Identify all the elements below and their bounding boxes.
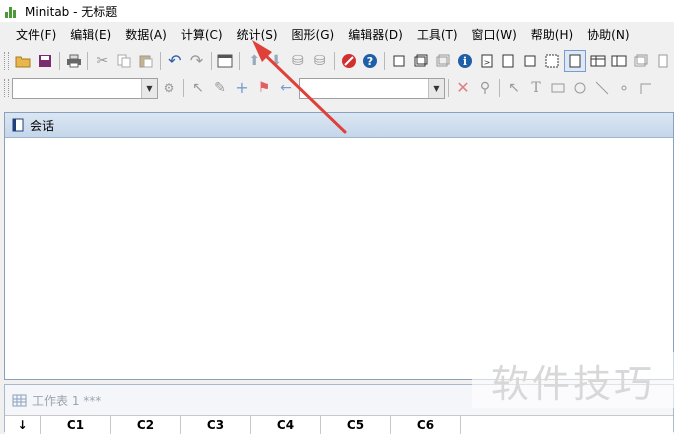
- back-arrow-icon[interactable]: ←: [276, 78, 296, 98]
- font-combo[interactable]: ▼: [12, 77, 158, 99]
- redo-icon[interactable]: ↷: [187, 51, 207, 71]
- session-window-icon[interactable]: [389, 51, 409, 71]
- menu-file[interactable]: 文件(F): [9, 24, 63, 46]
- ellipse-tool-icon[interactable]: [570, 78, 590, 98]
- toolbar-grip[interactable]: [4, 79, 9, 97]
- point-tool-icon[interactable]: [614, 78, 634, 98]
- column-header[interactable]: C2: [111, 416, 181, 434]
- undo-icon[interactable]: ↶: [165, 51, 185, 71]
- menu-graph[interactable]: 图形(G): [285, 24, 342, 46]
- brush-settings-icon[interactable]: ⚙: [159, 78, 179, 98]
- session-window-header: 会话: [5, 113, 673, 138]
- menu-calc[interactable]: 计算(C): [174, 24, 230, 46]
- menu-bar: 文件(F) 编辑(E) 数据(A) 计算(C) 统计(S) 图形(G) 编辑器(…: [0, 24, 674, 46]
- toolbar-separator: [499, 79, 500, 97]
- select-pointer-icon[interactable]: ↖: [188, 78, 208, 98]
- find-next-icon[interactable]: ⛁: [310, 51, 330, 71]
- toolbar-separator: [333, 52, 335, 70]
- menu-stat[interactable]: 统计(S): [230, 24, 285, 46]
- brush-toolbar: ▼ ⚙ ↖ ✎ + ⚑ ← ▼ ✕ ⚲ ↖ T: [0, 75, 674, 101]
- menu-tools[interactable]: 工具(T): [410, 24, 465, 46]
- session-window[interactable]: 会话: [4, 112, 674, 380]
- pointer-icon[interactable]: ↖: [504, 78, 524, 98]
- paste-icon[interactable]: [136, 51, 156, 71]
- cut-icon[interactable]: ✂: [92, 51, 112, 71]
- chevron-down-icon[interactable]: ▼: [428, 78, 444, 98]
- worksheet-icon[interactable]: [411, 51, 431, 71]
- toolbar-separator: [384, 52, 386, 70]
- menu-assistant[interactable]: 协助(N): [580, 24, 636, 46]
- save-icon[interactable]: [35, 51, 55, 71]
- column-header[interactable]: C6: [391, 416, 461, 434]
- worksheet-grid-icon: [12, 394, 27, 407]
- minitab-logo-icon: [5, 4, 19, 18]
- open-folder-icon[interactable]: [13, 51, 33, 71]
- menu-help[interactable]: 帮助(H): [524, 24, 580, 46]
- window-icon[interactable]: [216, 51, 236, 71]
- toolbar-separator: [239, 52, 241, 70]
- toolbar-grip[interactable]: [4, 52, 9, 70]
- row-header-arrow[interactable]: ↓: [5, 416, 41, 434]
- toolbar-separator: [58, 52, 60, 70]
- session-icon: [11, 118, 25, 132]
- print-icon[interactable]: [64, 51, 84, 71]
- title-bar: Minitab - 无标题: [0, 0, 674, 22]
- toolbar-separator: [210, 52, 212, 70]
- report-icon[interactable]: [563, 50, 586, 72]
- standard-toolbar: ✂ ↶ ↷ ⬆ ⬇ ⛁ ⛁ ? i >: [0, 48, 674, 74]
- cancel-icon[interactable]: [339, 51, 359, 71]
- menu-window[interactable]: 窗口(W): [465, 24, 524, 46]
- close-all-icon[interactable]: [631, 51, 651, 71]
- text-tool-icon[interactable]: T: [526, 78, 546, 98]
- toolbar-separator: [159, 52, 161, 70]
- zoom-icon[interactable]: ⚲: [475, 78, 495, 98]
- toolbar-separator: [87, 52, 89, 70]
- arrow-up-icon[interactable]: ⬆: [244, 51, 264, 71]
- session-title: 会话: [30, 118, 55, 133]
- brush-icon[interactable]: ✎: [210, 78, 230, 98]
- column-header[interactable]: C4: [251, 416, 321, 434]
- menu-edit[interactable]: 编辑(E): [63, 24, 118, 46]
- rectangle-tool-icon[interactable]: [548, 78, 568, 98]
- svg-text:>: >: [483, 58, 490, 67]
- notepad-icon[interactable]: [498, 51, 518, 71]
- toolbar-separator: [448, 79, 449, 97]
- chevron-down-icon[interactable]: ▼: [141, 78, 157, 98]
- worksheet-column-header: ↓ C1 C2 C3 C4 C5 C6: [5, 415, 673, 434]
- size-combo[interactable]: ▼: [299, 77, 445, 99]
- worksheet-title: 工作表 1 ***: [32, 393, 102, 408]
- column-header[interactable]: C1: [41, 416, 111, 434]
- table-icon[interactable]: [588, 51, 608, 71]
- toolbar-overflow-icon[interactable]: [653, 51, 673, 71]
- help-icon[interactable]: ?: [360, 51, 380, 71]
- svg-text:i: i: [463, 55, 467, 68]
- arrow-down-icon[interactable]: ⬇: [266, 51, 286, 71]
- window-title: Minitab - 无标题: [25, 4, 118, 19]
- line-tool-icon[interactable]: [592, 78, 612, 98]
- find-icon[interactable]: ⛁: [288, 51, 308, 71]
- crosshair-icon[interactable]: +: [232, 78, 252, 98]
- columns-icon[interactable]: [610, 51, 630, 71]
- column-header[interactable]: C5: [321, 416, 391, 434]
- history-icon[interactable]: >: [477, 51, 497, 71]
- delete-x-icon[interactable]: ✕: [453, 78, 473, 98]
- copy-icon[interactable]: [114, 51, 134, 71]
- menu-editor[interactable]: 编辑器(D): [341, 24, 410, 46]
- graphs-icon[interactable]: [433, 51, 453, 71]
- project-icon[interactable]: [520, 51, 540, 71]
- watermark: 软件技巧: [472, 352, 674, 408]
- svg-text:?: ?: [367, 55, 373, 68]
- toolbar-separator: [183, 79, 184, 97]
- layout-icon[interactable]: [542, 51, 562, 71]
- polyline-tool-icon[interactable]: [636, 78, 656, 98]
- flag-icon[interactable]: ⚑: [254, 78, 274, 98]
- info-icon[interactable]: i: [455, 51, 475, 71]
- column-header[interactable]: C3: [181, 416, 251, 434]
- menu-data[interactable]: 数据(A): [118, 24, 174, 46]
